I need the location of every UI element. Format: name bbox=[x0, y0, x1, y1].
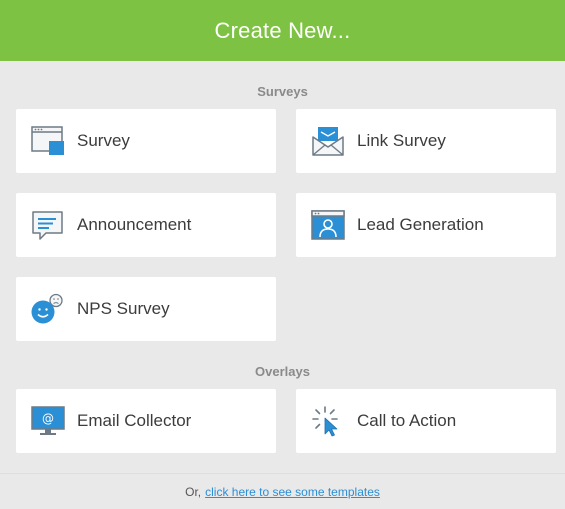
call-to-action-label: Call to Action bbox=[357, 411, 457, 430]
footer-prefix: Or, bbox=[185, 484, 202, 499]
survey-card[interactable]: Survey bbox=[16, 109, 276, 173]
announcement-label: Announcement bbox=[77, 215, 192, 234]
announcement-card[interactable]: Announcement bbox=[16, 193, 276, 257]
monitor-email-icon: @ bbox=[31, 406, 65, 435]
call-to-action-card[interactable]: Call to Action bbox=[296, 389, 556, 453]
header-bar: Create New... bbox=[0, 0, 565, 61]
svg-text:@: @ bbox=[42, 412, 54, 426]
lead-generation-label: Lead Generation bbox=[357, 215, 484, 234]
nps-survey-label: NPS Survey bbox=[77, 299, 170, 318]
smiley-faces-icon bbox=[31, 293, 63, 324]
templates-link[interactable]: click here to see some templates bbox=[205, 485, 380, 499]
link-survey-label: Link Survey bbox=[357, 131, 446, 150]
email-collector-label: Email Collector bbox=[77, 411, 192, 430]
lead-generation-card[interactable]: Lead Generation bbox=[296, 193, 556, 257]
page-title: Create New... bbox=[214, 17, 351, 43]
contact-card-icon bbox=[311, 210, 345, 240]
envelope-icon bbox=[312, 127, 344, 156]
section-heading-overlays: Overlays bbox=[255, 364, 310, 379]
speech-bubble-icon bbox=[32, 211, 63, 240]
cursor-click-icon bbox=[312, 406, 338, 437]
nps-survey-card[interactable]: NPS Survey bbox=[16, 277, 276, 341]
survey-label: Survey bbox=[77, 131, 130, 150]
link-survey-card[interactable]: Link Survey bbox=[296, 109, 556, 173]
survey-window-icon bbox=[31, 126, 64, 155]
section-heading-surveys: Surveys bbox=[257, 84, 308, 99]
email-collector-card[interactable]: @ Email Collector bbox=[16, 389, 276, 453]
footer: Or, click here to see some templates bbox=[0, 473, 565, 509]
